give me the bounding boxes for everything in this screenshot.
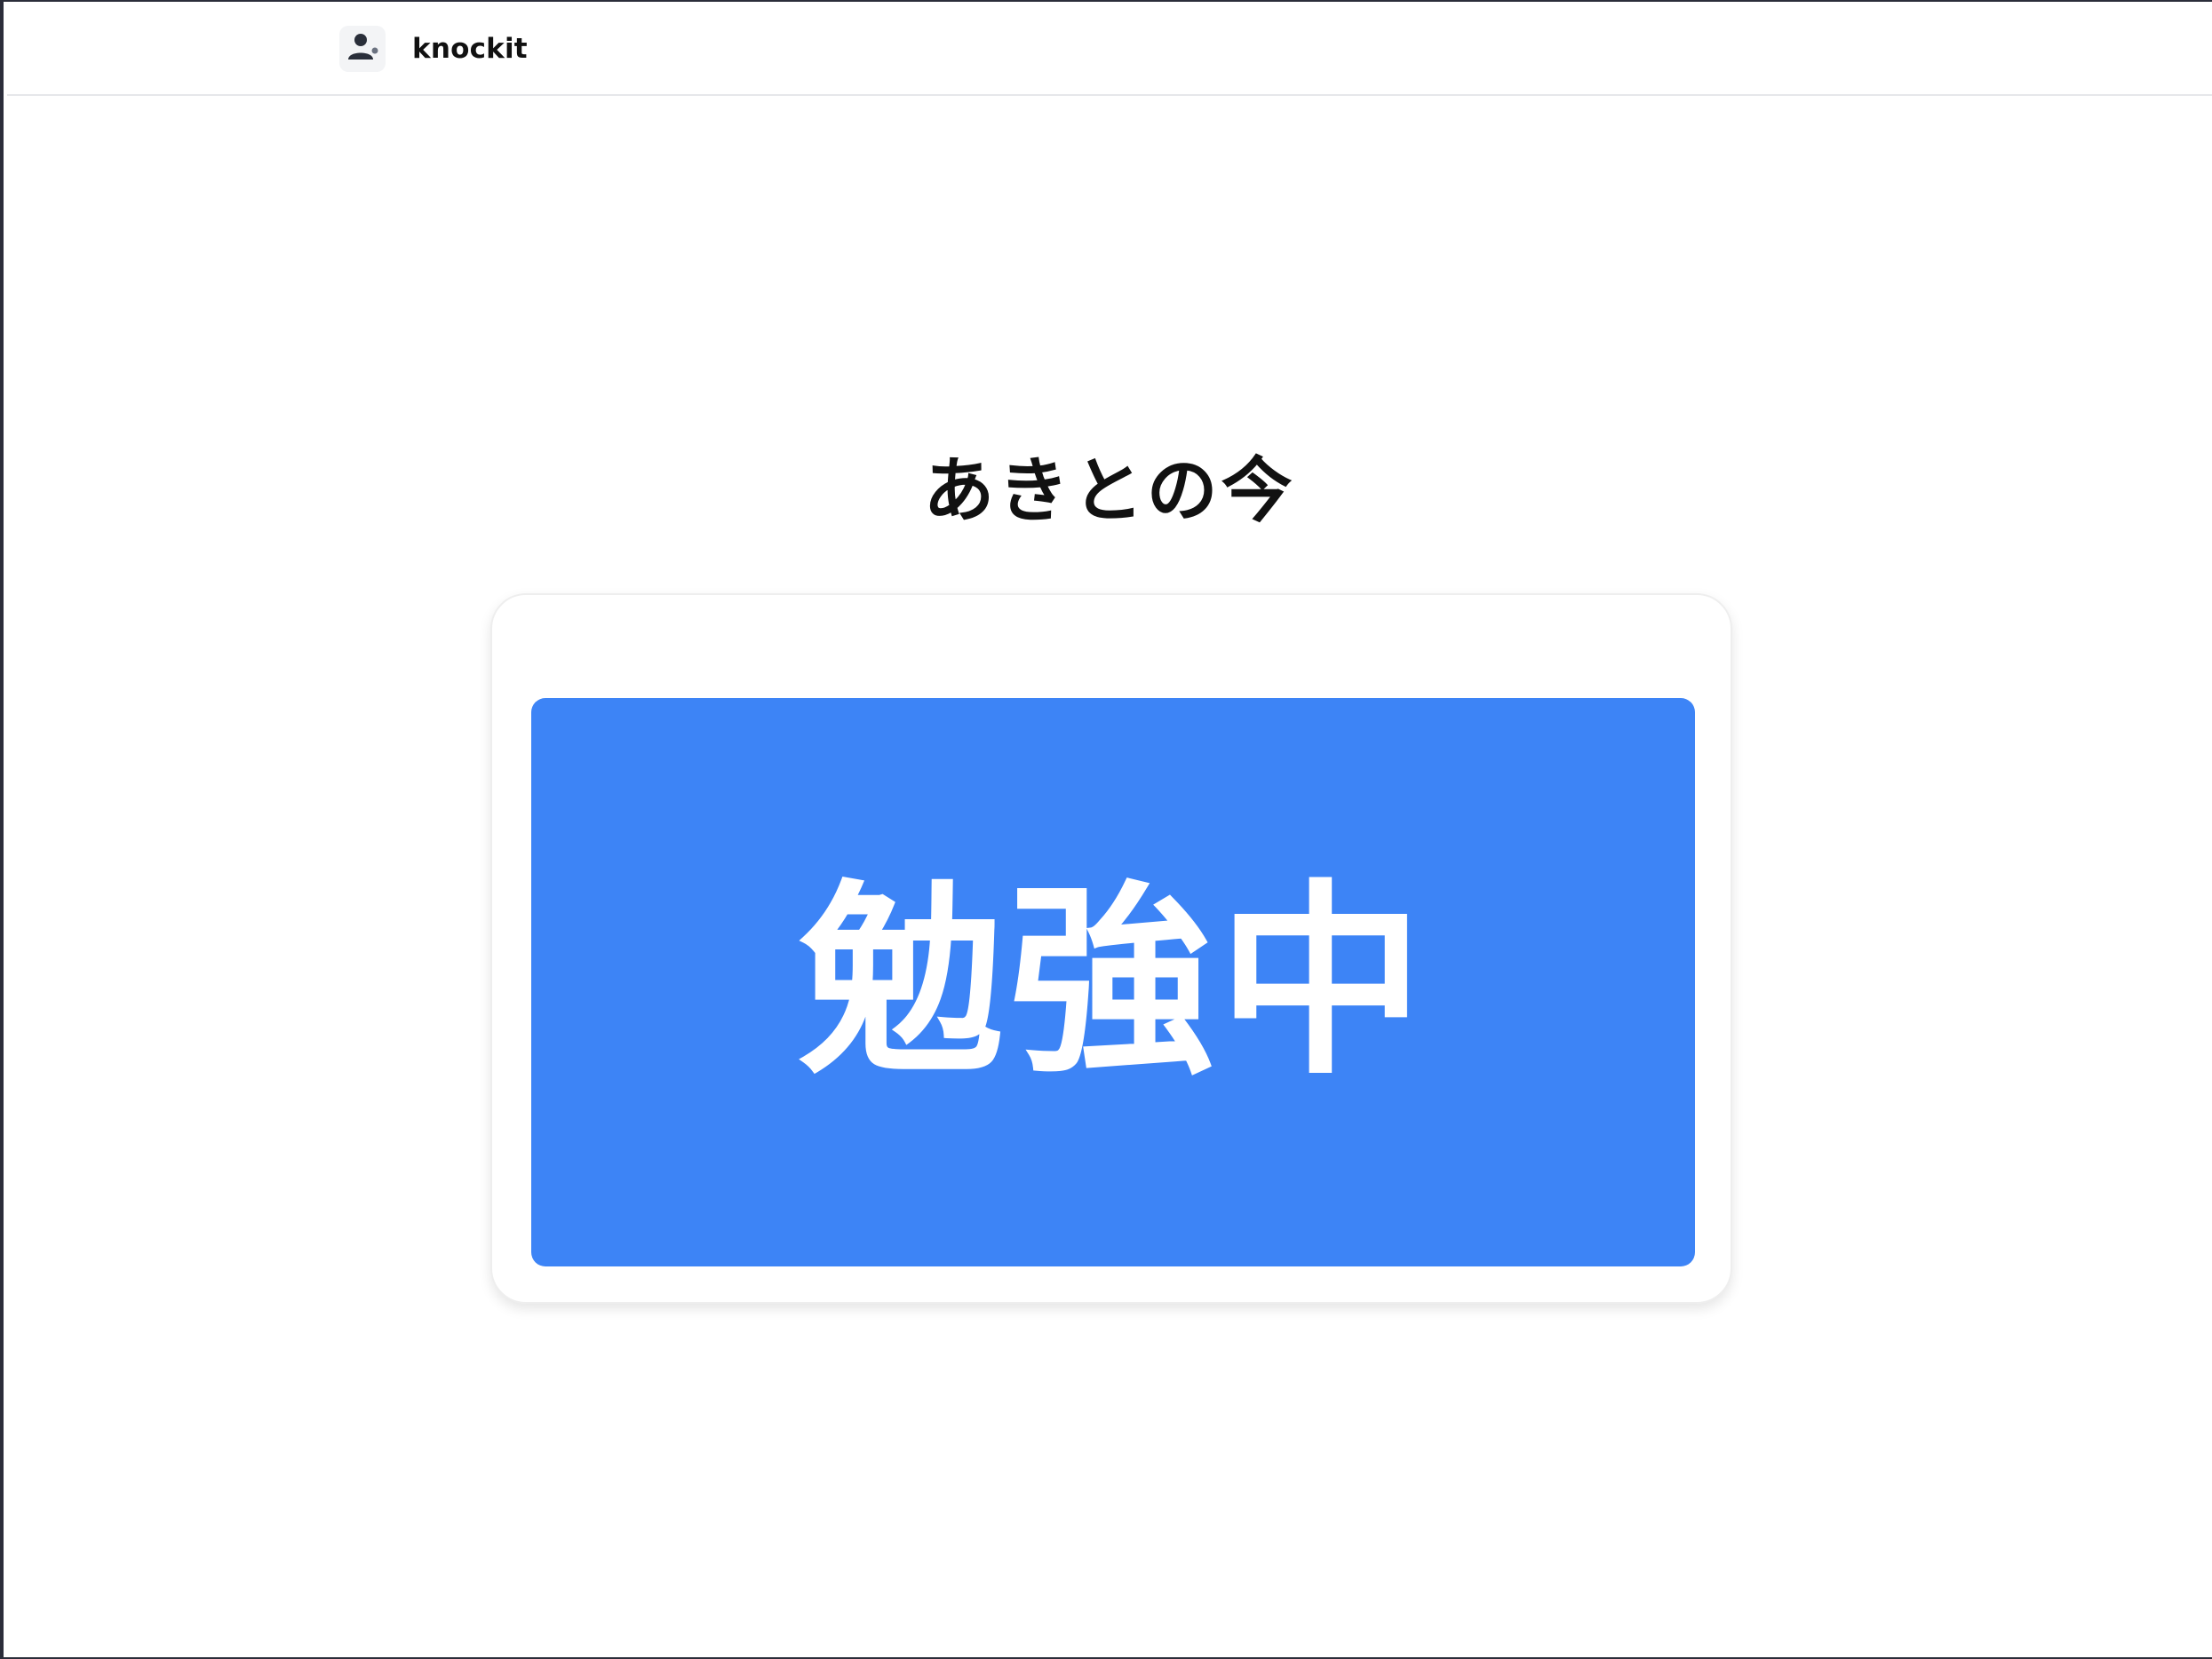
status-button[interactable]: 勉強中 xyxy=(531,698,1695,1266)
app-name: knockit xyxy=(412,33,528,65)
brand-home-link[interactable]: knockit xyxy=(339,26,528,72)
app-window: knockit あきとの今 勉強中 xyxy=(0,0,2212,1659)
status-label: 勉強中 xyxy=(798,862,1428,1102)
user-icon[interactable] xyxy=(339,26,386,72)
top-header: knockit xyxy=(7,4,2212,96)
user-icon-graphic xyxy=(348,34,378,60)
page-title: あきとの今 xyxy=(923,449,1296,532)
status-card: 勉強中 xyxy=(490,593,1732,1304)
